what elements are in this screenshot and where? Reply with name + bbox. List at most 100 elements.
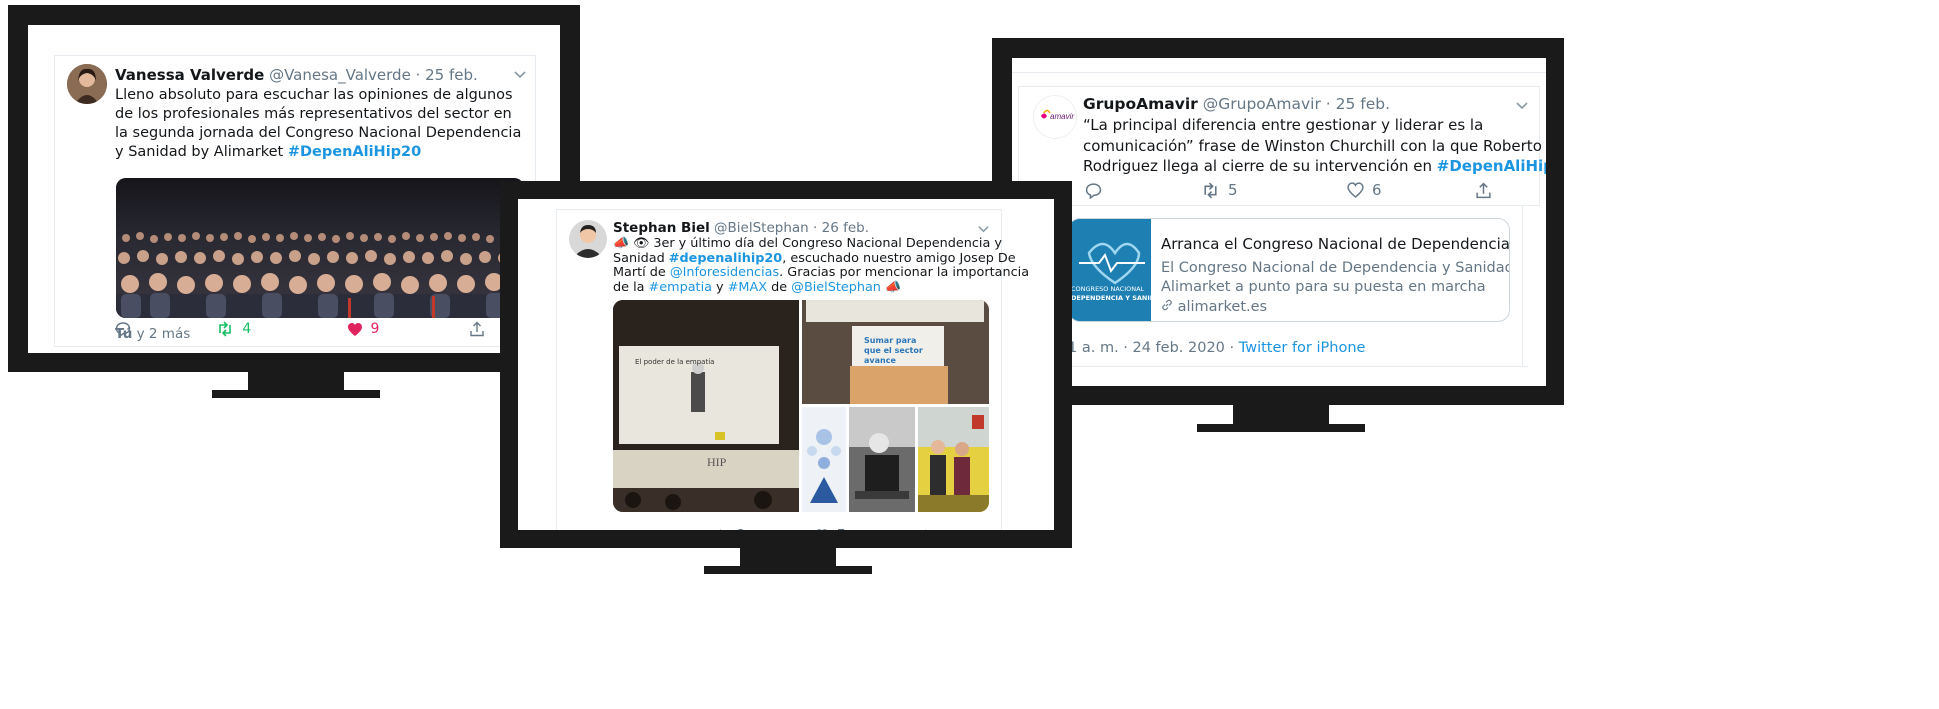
avatar[interactable]	[569, 220, 607, 258]
photo-diagram[interactable]	[802, 407, 846, 512]
tweet-text: Lleno absoluto para escuchar las opinion…	[115, 87, 522, 160]
monitor-center-base	[704, 566, 872, 574]
photo-sign[interactable]: Sumar para que el sector avance	[802, 300, 989, 404]
tweet-photo-collage[interactable]: HIP El poder de la empatía Sumar para qu…	[613, 300, 989, 512]
tweet-divider-top	[1012, 72, 1546, 73]
avatar[interactable]	[67, 64, 107, 104]
link-card-domain: alimarket.es	[1161, 299, 1267, 315]
tweet-meta: 1 a. m. · 24 feb. 2020 · Twitter for iPh…	[1068, 340, 1365, 356]
tweet-text-line3: Martí de @Inforesidencias. Gracias por m…	[613, 265, 1030, 280]
like-button[interactable]: 6	[1347, 181, 1475, 199]
tweet-header: GrupoAmavir @GrupoAmavir · 25 feb.	[1083, 95, 1390, 113]
link-icon	[1161, 299, 1178, 315]
retweet-button[interactable]: 2	[713, 528, 815, 530]
link-card-thumbnail: CONGRESO NACIONAL DEPENDENCIA Y SANIDAD	[1069, 219, 1151, 321]
tweet-timestamp[interactable]: 1 a. m. · 24 feb. 2020 ·	[1068, 340, 1239, 356]
tweet-date[interactable]: · 26 feb.	[813, 220, 869, 236]
like-count: 9	[370, 321, 380, 337]
hashtag-link[interactable]: #MAX	[728, 280, 767, 295]
tweet-header: Vanessa Valverde @Vanesa_Valverde · 25 f…	[115, 66, 478, 84]
tweet-card-stephan[interactable]: Stephan Biel @BielStephan · 26 feb. 📣 👁 …	[556, 209, 1030, 530]
retweet-icon	[1204, 182, 1217, 198]
sign-text: Sumar para que el sector avance	[864, 336, 923, 365]
slide-title: El poder de la empatía	[635, 358, 715, 366]
author-name[interactable]: Vanessa Valverde	[115, 66, 264, 84]
tweet-text-line4: de la #empatia y #MAX de @BielStephan 📣	[613, 279, 901, 295]
monitor-center-screen: Stephan Biel @BielStephan · 26 feb. 📣 👁 …	[518, 199, 1054, 530]
hashtag-link[interactable]: #DepenAliHip20	[1437, 157, 1546, 175]
amavir-logo-text: amavir	[1050, 112, 1074, 121]
reply-button[interactable]	[613, 529, 713, 530]
monitor-right-base	[1197, 424, 1365, 432]
monitor-left-neck	[248, 372, 344, 392]
author-name[interactable]: GrupoAmavir	[1083, 95, 1198, 113]
retweet-icon	[219, 321, 232, 337]
author-name[interactable]: Stephan Biel	[613, 220, 710, 236]
link-card-title: Arranca el Congreso Nacional de Dependen…	[1161, 235, 1510, 253]
photo-group[interactable]	[918, 407, 989, 512]
reply-icon	[617, 529, 623, 530]
like-button[interactable]: 7	[815, 528, 919, 530]
hashtag-link[interactable]: #depenalihip20	[669, 251, 782, 266]
monitor-left-base	[212, 390, 380, 398]
heart-icon	[1347, 182, 1364, 198]
monitor-right: amavir GrupoAmavir @GrupoAmavir · 25 feb…	[992, 38, 1564, 405]
tweet-photo-audience[interactable]	[116, 178, 524, 318]
tweet-card-amavir[interactable]: amavir GrupoAmavir @GrupoAmavir · 25 feb…	[1018, 86, 1546, 206]
tweet-actions: 5 6	[1085, 181, 1505, 199]
monitor-center: Stephan Biel @BielStephan · 26 feb. 📣 👁 …	[500, 181, 1072, 548]
share-button[interactable]	[1475, 182, 1492, 199]
thread-line	[1522, 206, 1523, 366]
tweet-date[interactable]: · 25 feb.	[416, 66, 478, 84]
avatar[interactable]: amavir	[1033, 95, 1077, 139]
tweet-text-line3: Rodriguez llega al cierre de su interven…	[1083, 156, 1546, 177]
share-icon	[1476, 182, 1491, 198]
photo-presentation[interactable]: HIP El poder de la empatía	[613, 300, 799, 512]
tweet-date[interactable]: · 25 feb.	[1326, 95, 1390, 113]
thumbnail-title-2: DEPENDENCIA Y SANIDAD	[1071, 294, 1151, 302]
retweet-button[interactable]: 5	[1201, 181, 1347, 199]
retweet-count: 5	[1228, 181, 1238, 199]
author-handle[interactable]: @BielStephan	[714, 220, 809, 236]
chevron-down-icon[interactable]	[1515, 97, 1529, 116]
retweet-button[interactable]: 4	[216, 321, 346, 337]
thumbnail-title-1: CONGRESO NACIONAL	[1071, 285, 1145, 293]
heart-icon	[817, 529, 827, 530]
author-handle[interactable]: @GrupoAmavir	[1203, 95, 1321, 113]
chevron-down-icon[interactable]	[513, 66, 527, 85]
share-button[interactable]	[919, 528, 933, 530]
reply-button[interactable]	[115, 321, 216, 337]
tweet-text-line2: Sanidad #depenalihip20, escuchado nuestr…	[613, 250, 1016, 266]
like-count: 6	[1372, 181, 1382, 199]
retweet-count: 2	[737, 528, 745, 530]
monitor-center-neck	[740, 548, 836, 568]
tweet-text-line1: 📣 👁 3er y último día del Congreso Nacion…	[613, 236, 1002, 251]
author-handle[interactable]: @Vanesa_Valverde	[269, 66, 411, 84]
mention-link[interactable]: @Inforesidencias	[670, 265, 779, 280]
share-button[interactable]	[469, 321, 485, 337]
share-icon	[470, 321, 484, 337]
tweet-actions: 2 7	[613, 528, 973, 530]
tweet-source[interactable]: Twitter for iPhone	[1239, 340, 1366, 356]
photo-sled[interactable]	[849, 407, 915, 512]
monitor-right-screen: amavir GrupoAmavir @GrupoAmavir · 25 feb…	[1012, 58, 1546, 386]
tweet-divider-bottom	[1068, 366, 1528, 367]
heart-icon	[347, 322, 362, 336]
monitor-right-neck	[1233, 405, 1329, 425]
like-button[interactable]: 9	[347, 321, 469, 337]
tweet-actions: 4 9	[115, 321, 485, 337]
reply-icon	[1085, 182, 1102, 199]
hashtag-link[interactable]: #DepenAliHip20	[288, 144, 421, 160]
svg-text:HIP: HIP	[707, 455, 727, 469]
link-card[interactable]: CONGRESO NACIONAL DEPENDENCIA Y SANIDAD …	[1068, 218, 1510, 322]
hashtag-link[interactable]: #empatia	[649, 280, 712, 295]
like-count: 7	[837, 528, 845, 530]
mention-link[interactable]: @BielStephan	[791, 280, 881, 295]
reply-icon	[115, 322, 131, 337]
tweet-text-line1: “La principal diferencia entre gestionar…	[1083, 116, 1484, 134]
reply-button[interactable]	[1085, 182, 1201, 199]
monitor-left: Vanessa Valverde @Vanesa_Valverde · 25 f…	[8, 5, 580, 372]
retweet-count: 4	[242, 321, 252, 337]
tweet-text: 📣 👁 3er y último día del Congreso Nacion…	[613, 236, 1030, 295]
tweet-card-vanessa[interactable]: Vanessa Valverde @Vanesa_Valverde · 25 f…	[54, 55, 536, 347]
